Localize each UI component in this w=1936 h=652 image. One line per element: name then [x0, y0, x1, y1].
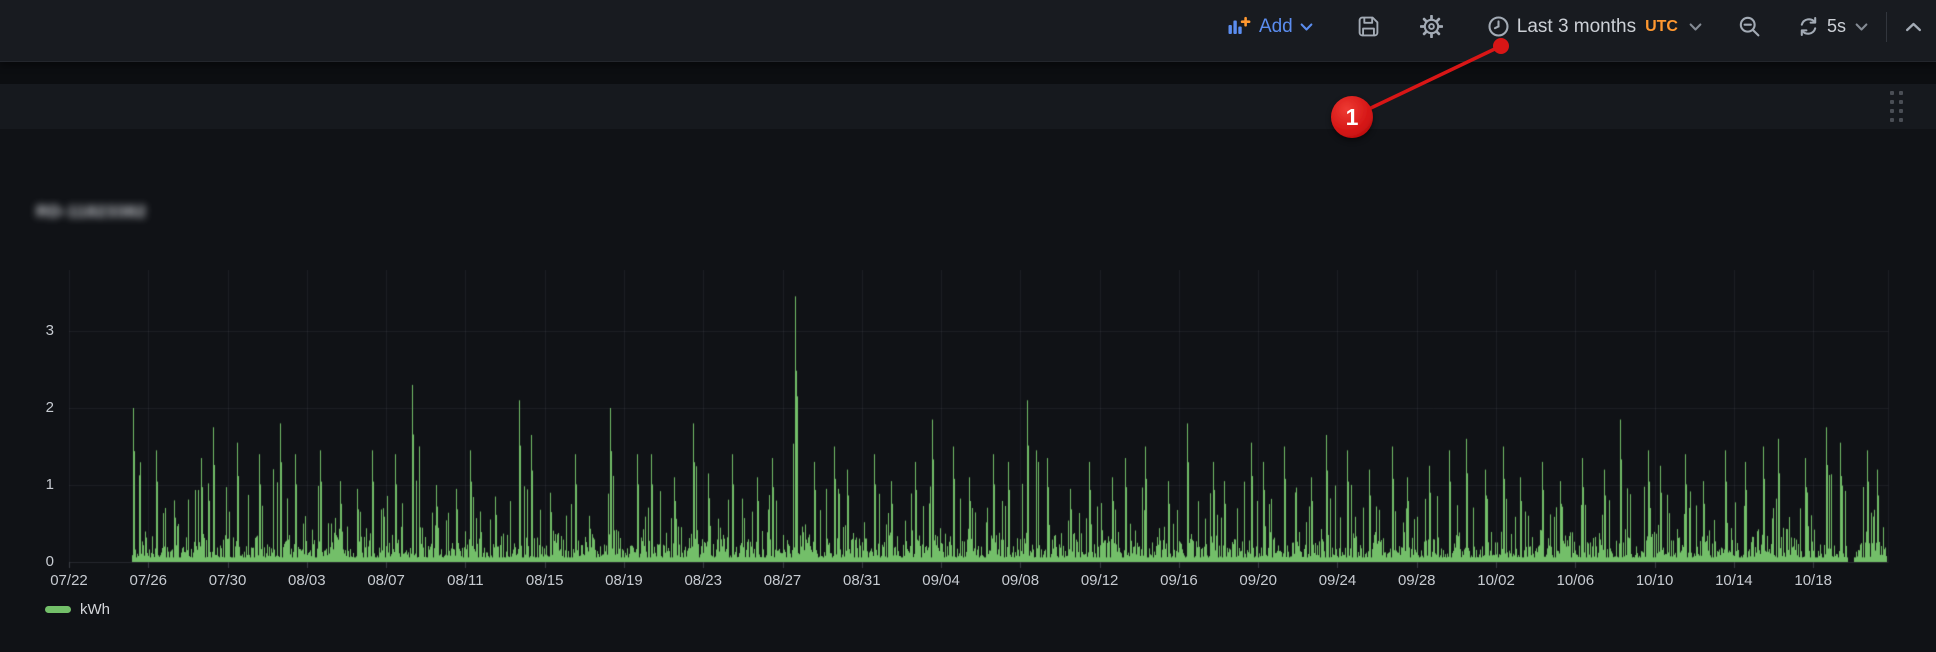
- bar-chart-plus-icon: [1227, 15, 1252, 39]
- x-axis-label: 09/04: [909, 572, 973, 589]
- x-axis-label: 09/16: [1147, 572, 1211, 589]
- time-range-label: Last 3 months: [1517, 16, 1636, 38]
- y-axis-label: 3: [20, 322, 54, 339]
- chevron-down-icon: [1689, 22, 1702, 32]
- x-axis-label: 09/24: [1305, 572, 1369, 589]
- zoom-out-time-button[interactable]: [1738, 15, 1761, 38]
- x-axis-label: 07/22: [37, 572, 101, 589]
- collapse-toolbar-button[interactable]: [1905, 22, 1922, 32]
- zoom-out-icon: [1738, 15, 1761, 38]
- timezone-label: UTC: [1645, 18, 1678, 36]
- x-axis-label: 10/02: [1464, 572, 1528, 589]
- dashboard-settings-button[interactable]: [1420, 15, 1443, 38]
- add-button[interactable]: Add: [1227, 15, 1313, 39]
- legend-item-kwh[interactable]: kWh: [45, 601, 110, 618]
- x-axis-label: 08/15: [513, 572, 577, 589]
- x-axis-label: 10/10: [1623, 572, 1687, 589]
- x-axis-label: 08/07: [354, 572, 418, 589]
- clock-icon: [1487, 15, 1510, 38]
- x-axis-label: 08/11: [433, 572, 497, 589]
- x-axis-label: 09/28: [1385, 572, 1449, 589]
- refresh-button[interactable]: 5s: [1797, 15, 1868, 38]
- chart-area: kWh 0 1 2 3 07/22 07/26 07/30 08/03 08/07 08/11 08…: [0, 0, 1936, 652]
- dashboard-toolbar: Add: [0, 0, 1936, 62]
- time-range-picker[interactable]: Last 3 months UTC: [1487, 15, 1702, 38]
- x-axis-label: 09/20: [1226, 572, 1290, 589]
- x-axis-label: 10/14: [1702, 572, 1766, 589]
- x-axis-label: 08/03: [275, 572, 339, 589]
- x-axis-label: 09/08: [988, 572, 1052, 589]
- x-axis-label: 07/30: [196, 572, 260, 589]
- toolbar-divider: [1886, 12, 1887, 42]
- x-axis-label: 08/23: [671, 572, 735, 589]
- x-axis-label: 07/26: [116, 572, 180, 589]
- y-axis-label: 2: [20, 399, 54, 416]
- save-icon: [1357, 15, 1380, 38]
- x-axis-label: 08/19: [592, 572, 656, 589]
- y-axis-label: 1: [20, 476, 54, 493]
- y-axis-label: 0: [20, 553, 54, 570]
- x-axis-label: 10/06: [1543, 572, 1607, 589]
- x-axis-label: 10/18: [1781, 572, 1845, 589]
- series-label: kWh: [80, 601, 110, 618]
- series-color-pill: [45, 606, 71, 613]
- chevron-down-icon: [1300, 22, 1313, 32]
- gear-icon: [1420, 15, 1443, 38]
- refresh-interval-label: 5s: [1827, 16, 1846, 37]
- timeseries-chart[interactable]: [60, 262, 1900, 580]
- chevron-down-icon: [1855, 22, 1868, 32]
- x-axis-label: 08/31: [830, 572, 894, 589]
- save-dashboard-button[interactable]: [1357, 15, 1380, 38]
- chevron-up-icon: [1905, 22, 1922, 32]
- add-button-label: Add: [1259, 16, 1293, 38]
- x-axis-label: 09/12: [1068, 572, 1132, 589]
- refresh-icon: [1797, 15, 1820, 38]
- x-axis-label: 08/27: [751, 572, 815, 589]
